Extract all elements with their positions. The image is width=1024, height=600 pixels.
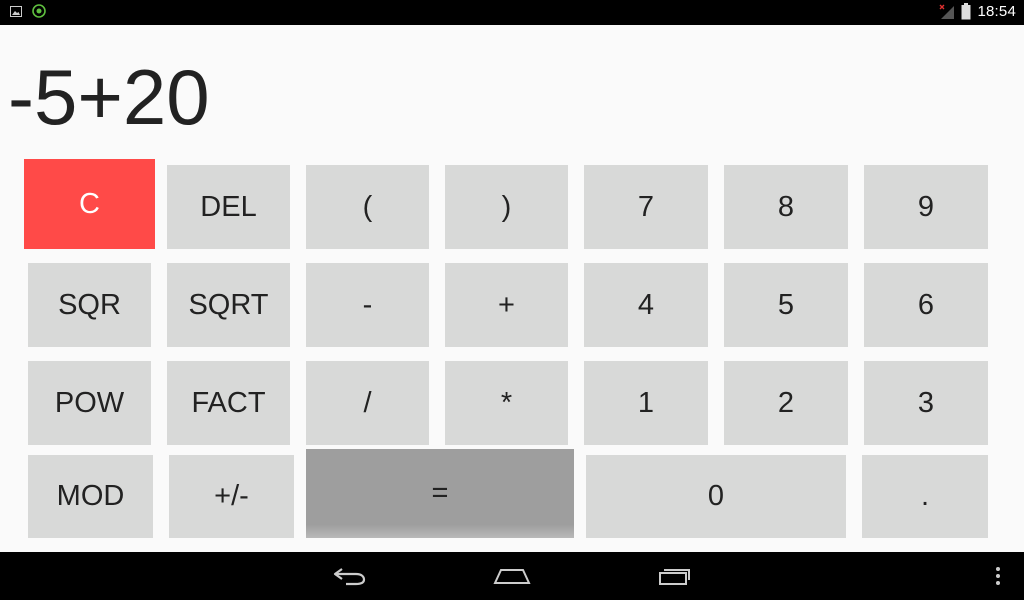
modulo-button[interactable]: MOD: [28, 455, 153, 538]
negate-button[interactable]: +/-: [169, 455, 294, 538]
digit-9-button[interactable]: 9: [864, 165, 988, 249]
minus-button[interactable]: -: [306, 263, 429, 347]
plus-button[interactable]: +: [445, 263, 568, 347]
square-button[interactable]: SQR: [28, 263, 151, 347]
divide-button[interactable]: /: [306, 361, 429, 445]
digit-7-button[interactable]: 7: [584, 165, 708, 249]
status-bar: 18:54: [0, 0, 1024, 25]
square-root-button[interactable]: SQRT: [167, 263, 290, 347]
expression-display: -5+20: [8, 53, 210, 141]
decimal-point-button[interactable]: .: [862, 455, 988, 538]
open-paren-button[interactable]: (: [306, 165, 429, 249]
image-notification-icon: [10, 5, 22, 17]
clock: 18:54: [977, 3, 1016, 20]
signal-icon: [939, 4, 955, 20]
digit-0-button[interactable]: 0: [586, 455, 846, 538]
equals-button[interactable]: =: [306, 449, 574, 538]
factorial-button[interactable]: FACT: [167, 361, 290, 445]
digit-8-button[interactable]: 8: [724, 165, 848, 249]
clear-button[interactable]: C: [24, 159, 155, 249]
digit-2-button[interactable]: 2: [724, 361, 848, 445]
home-icon[interactable]: [482, 562, 542, 590]
delete-button[interactable]: DEL: [167, 165, 290, 249]
multiply-button[interactable]: *: [445, 361, 568, 445]
digit-5-button[interactable]: 5: [724, 263, 848, 347]
battery-icon: [961, 3, 971, 20]
close-paren-button[interactable]: ): [445, 165, 568, 249]
digit-6-button[interactable]: 6: [864, 263, 988, 347]
app-notification-icon: [32, 4, 46, 18]
back-icon[interactable]: [320, 562, 380, 590]
digit-4-button[interactable]: 4: [584, 263, 708, 347]
power-button[interactable]: POW: [28, 361, 151, 445]
digit-1-button[interactable]: 1: [584, 361, 708, 445]
overflow-menu-icon[interactable]: [968, 562, 1024, 590]
digit-3-button[interactable]: 3: [864, 361, 988, 445]
recents-icon[interactable]: [645, 562, 705, 590]
navigation-bar: [0, 552, 1024, 600]
